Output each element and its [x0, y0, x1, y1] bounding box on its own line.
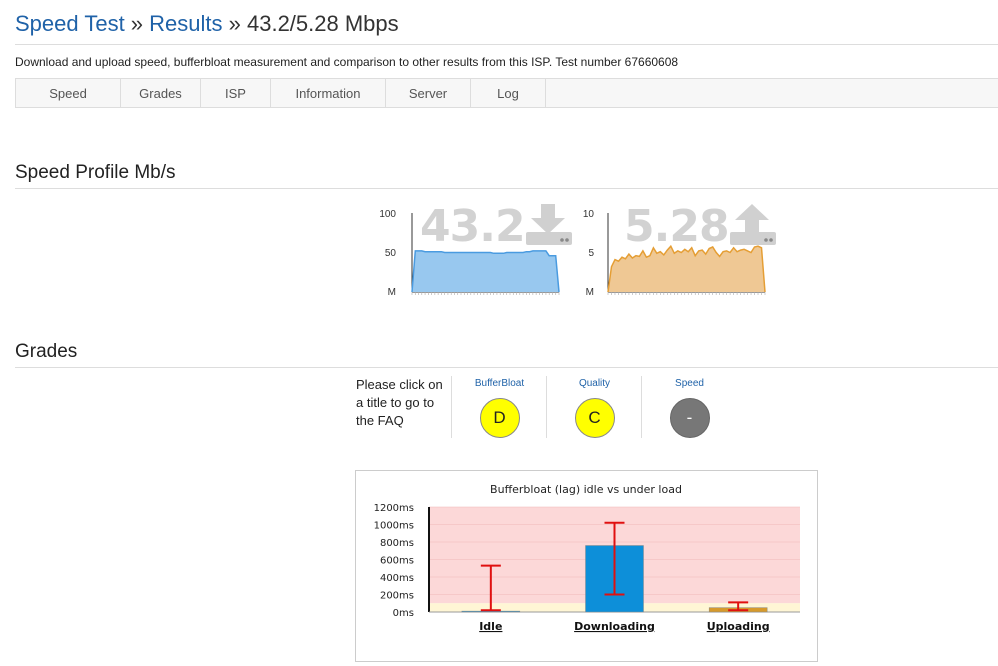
download-speed-value: 43.2: [420, 201, 526, 252]
tab-information[interactable]: Information: [271, 79, 386, 107]
download-icon: [526, 204, 572, 245]
bufferbloat-chart-title: Bufferbloat (lag) idle vs under load: [490, 483, 682, 496]
upload-ytick-min: M: [586, 287, 594, 298]
grade-quality: Quality C: [546, 376, 642, 438]
grade-quality-title[interactable]: Quality: [547, 378, 642, 389]
y-tick-label: 1200ms: [374, 503, 414, 514]
tab-bar: Speed Grades ISP Information Server Log: [15, 78, 998, 108]
download-speed-area: [412, 250, 559, 292]
y-tick-label: 600ms: [380, 556, 414, 567]
grades-heading: Grades: [15, 341, 78, 362]
breadcrumb-separator: »: [124, 11, 150, 36]
upload-icon: [730, 204, 776, 245]
upload-speed-value: 5.28: [624, 201, 730, 252]
page-description: Download and upload speed, bufferbloat m…: [15, 55, 679, 69]
grades-divider: [15, 367, 998, 368]
bufferbloat-x-labels: Idle Downloading Uploading: [479, 620, 769, 633]
y-tick-label: 200ms: [380, 591, 414, 602]
y-tick-label: 400ms: [380, 573, 414, 584]
grade-speed-badge: -: [669, 398, 710, 438]
download-ytick-mid: 50: [385, 248, 397, 259]
y-tick-label: 800ms: [380, 538, 414, 549]
upload-speed-area: [608, 246, 765, 292]
speed-profile-heading: Speed Profile Mb/s: [15, 162, 176, 183]
grades-note: Please click on a title to go to the FAQ: [356, 377, 443, 428]
breadcrumb-speed-test[interactable]: Speed Test: [15, 11, 125, 36]
upload-ytick-mid: 5: [588, 248, 594, 259]
tab-log[interactable]: Log: [471, 79, 546, 107]
y-tick-label: 0ms: [393, 608, 414, 619]
speed-profile-divider: [15, 188, 998, 189]
grade-quality-badge: C: [574, 398, 615, 438]
grade-bufferbloat-title[interactable]: BufferBloat: [452, 378, 547, 389]
grade-bufferbloat: BufferBloat D: [451, 376, 547, 438]
download-ytick-min: M: [388, 287, 396, 298]
x-label-uploading: Uploading: [707, 620, 770, 633]
y-tick-label: 1000ms: [374, 521, 414, 532]
tab-isp[interactable]: ISP: [201, 79, 271, 107]
bar-idle: [461, 610, 521, 613]
upload-ytick-max: 10: [583, 209, 595, 220]
grade-speed: Speed -: [641, 376, 737, 438]
bufferbloat-chart-panel: Bufferbloat (lag) idle vs under load 120…: [355, 470, 818, 662]
bufferbloat-y-ticks: 1200ms 1000ms 800ms 600ms 400ms 200ms 0ms: [374, 503, 414, 619]
tab-grades[interactable]: Grades: [121, 79, 201, 107]
download-ytick-max: 100: [379, 209, 396, 220]
result-summary: 43.2/5.28 Mbps: [246, 11, 399, 36]
tab-server[interactable]: Server: [386, 79, 471, 107]
x-label-downloading: Downloading: [574, 620, 655, 633]
page-title: Speed Test » Results » 43.2/5.28 Mbps: [15, 11, 399, 37]
breadcrumb-separator: »: [222, 11, 247, 36]
title-divider: [15, 44, 998, 45]
breadcrumb-results[interactable]: Results: [149, 11, 222, 36]
tab-speed[interactable]: Speed: [16, 79, 121, 107]
grade-bufferbloat-badge: D: [479, 398, 520, 438]
x-label-idle: Idle: [479, 620, 502, 633]
bufferbloat-chart: Bufferbloat (lag) idle vs under load 120…: [374, 483, 800, 633]
grade-speed-title[interactable]: Speed: [642, 378, 737, 389]
